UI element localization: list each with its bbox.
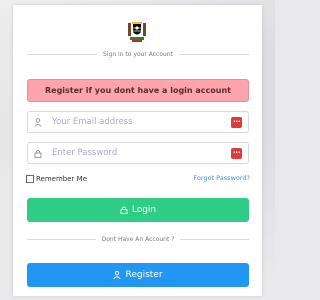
- no-account-caption: Dont Have An Account ?: [101, 235, 175, 243]
- password-manager-badge-text: •••: [232, 119, 241, 125]
- remember-me[interactable]: Remember Me: [26, 174, 87, 184]
- password-manager-icon[interactable]: •••: [231, 148, 242, 159]
- divider-line-right: [178, 53, 249, 55]
- register-button-label: Register: [125, 270, 163, 280]
- email-field-wrapper: •••: [27, 111, 249, 133]
- divider-line-left: [27, 53, 98, 55]
- password-field-wrapper: •••: [27, 142, 249, 164]
- login-button-label: Login: [131, 205, 157, 215]
- forgot-password-link[interactable]: Forgot Password?: [193, 174, 250, 182]
- lock-icon: [34, 150, 42, 158]
- remember-me-label: Remember Me: [36, 175, 87, 183]
- register-button[interactable]: Register: [27, 263, 249, 287]
- password-manager-badge-text: •••: [232, 150, 241, 156]
- signin-divider: Sign in to your Account: [27, 48, 249, 60]
- user-icon: [113, 271, 122, 279]
- divider-line-left: [27, 238, 96, 240]
- divider-line-right: [180, 238, 250, 240]
- no-account-divider: Dont Have An Account ?: [27, 233, 250, 245]
- user-icon: [34, 118, 42, 127]
- unlock-icon: [120, 206, 128, 214]
- password-input[interactable]: [52, 145, 222, 161]
- login-button[interactable]: Login: [27, 198, 249, 222]
- login-card: Sign in to your Account Register if you …: [13, 5, 262, 296]
- coat-of-arms-icon: [128, 22, 146, 42]
- signin-caption: Sign in to your Account: [103, 50, 173, 58]
- remember-me-checkbox[interactable]: [26, 175, 34, 183]
- email-input[interactable]: [52, 114, 222, 130]
- register-alert: Register if you dont have a login accoun…: [27, 79, 249, 102]
- password-manager-icon[interactable]: •••: [231, 117, 242, 128]
